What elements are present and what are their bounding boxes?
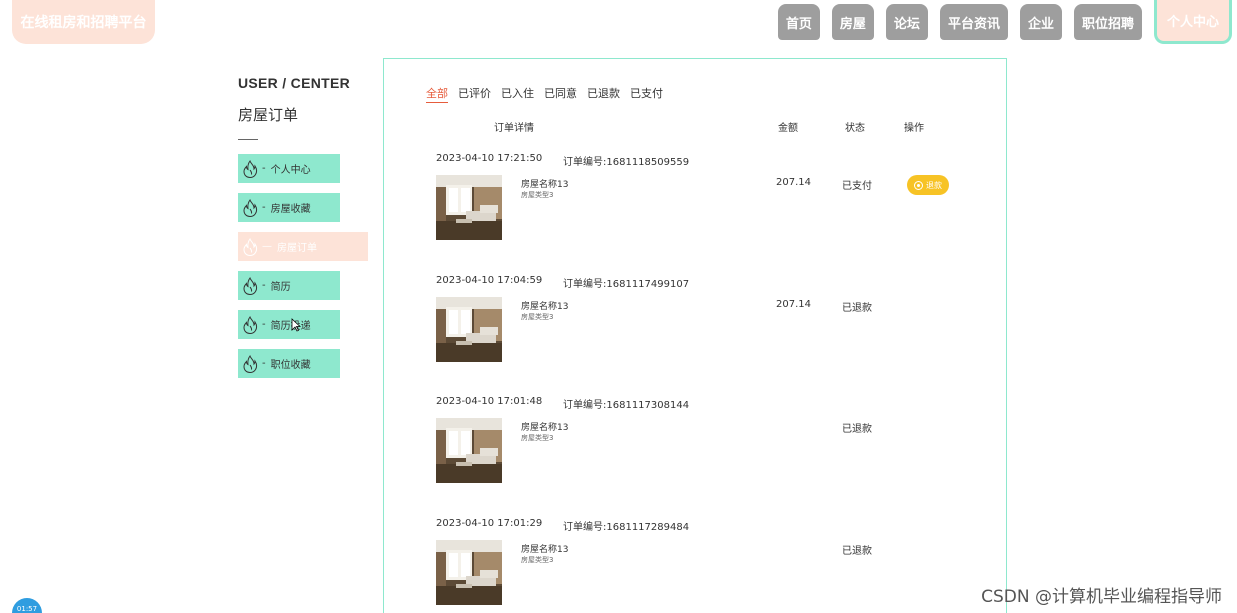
nav-news[interactable]: 平台资讯 bbox=[939, 4, 1008, 40]
sidebar-title: 房屋订单 bbox=[238, 106, 299, 124]
refund-label: 退款 bbox=[926, 180, 942, 190]
sidebar-item-label: 简历 bbox=[270, 282, 291, 293]
sidebar-item-label: 房屋订单 bbox=[277, 243, 317, 254]
sidebar-item-label: 职位收藏 bbox=[270, 360, 311, 371]
order-amount: 207.14 bbox=[776, 177, 811, 188]
flame-icon bbox=[242, 237, 258, 256]
tab-approved[interactable]: 已同意 bbox=[544, 85, 577, 103]
order-date: 2023-04-10 17:04:59 bbox=[436, 274, 543, 286]
order-row: 2023-04-10 17:01:48 订单编号:1681117308144 房屋名… bbox=[436, 396, 976, 506]
house-name[interactable]: 房屋名称13 bbox=[521, 542, 568, 555]
order-number: 订单编号:1681117499107 bbox=[563, 278, 690, 290]
tab-all[interactable]: 全部 bbox=[426, 85, 448, 103]
house-thumbnail[interactable] bbox=[436, 175, 502, 240]
house-type: 房屋类型3 bbox=[521, 312, 554, 321]
page: 在线租房和招聘平台 首页 房屋 论坛 平台资讯 企业 职位招聘 个人中心 USE… bbox=[0, 0, 1237, 613]
dash-separator: - bbox=[262, 319, 266, 330]
tab-reviewed[interactable]: 已评价 bbox=[458, 85, 491, 103]
house-thumbnail[interactable] bbox=[436, 296, 502, 362]
sidebar-item-user-center[interactable]: - 个人中心 bbox=[238, 154, 340, 183]
order-number: 订单编号:1681118509559 bbox=[563, 157, 690, 168]
sidebar-item-label: 个人中心 bbox=[270, 165, 311, 176]
sidebar-item-job-favorites[interactable]: - 职位收藏 bbox=[238, 349, 340, 378]
top-nav: 首页 房屋 论坛 平台资讯 企业 职位招聘 个人中心 bbox=[766, 0, 1232, 46]
orders-panel: 全部 已评价 已入住 已同意 已退款 已支付 订单详情 金额 状态 操作 2023-04-… bbox=[383, 58, 1007, 613]
col-detail-header: 订单详情 bbox=[494, 123, 534, 134]
nav-forum[interactable]: 论坛 bbox=[885, 4, 928, 40]
order-date: 2023-04-10 17:01:48 bbox=[436, 396, 543, 407]
order-row: 2023-04-10 17:21:50 订单编号:1681118509559 房屋名… bbox=[436, 153, 976, 263]
order-status: 已退款 bbox=[842, 302, 872, 314]
sidebar-menu: - 个人中心 - 房屋收藏 — 房屋订单 - 简历 - 简历投递 - 职位收藏 bbox=[238, 154, 368, 388]
house-type: 房屋类型3 bbox=[521, 434, 554, 442]
tab-paid[interactable]: 已支付 bbox=[630, 85, 663, 103]
house-name[interactable]: 房屋名称13 bbox=[521, 299, 568, 312]
tab-refunded[interactable]: 已退款 bbox=[587, 85, 620, 103]
house-type: 房屋类型3 bbox=[521, 555, 554, 564]
sidebar-item-house-orders[interactable]: — 房屋订单 bbox=[238, 232, 368, 261]
order-amount: 207.14 bbox=[776, 298, 811, 310]
order-number: 订单编号:1681117289484 bbox=[563, 521, 690, 533]
col-status-header: 状态 bbox=[845, 123, 865, 134]
nav-jobs[interactable]: 职位招聘 bbox=[1073, 4, 1142, 40]
tab-checked-in[interactable]: 已入住 bbox=[501, 85, 534, 103]
order-status: 已退款 bbox=[842, 545, 872, 557]
flame-icon bbox=[242, 198, 258, 217]
sidebar-item-house-favorites[interactable]: - 房屋收藏 bbox=[238, 193, 340, 222]
timer-badge: 01:57 bbox=[12, 598, 42, 613]
nav-home[interactable]: 首页 bbox=[777, 4, 820, 40]
flame-icon bbox=[242, 276, 258, 295]
order-status: 已支付 bbox=[842, 181, 872, 192]
mouse-cursor-icon bbox=[291, 318, 301, 332]
dash-separator: - bbox=[262, 358, 266, 369]
col-action-header: 操作 bbox=[904, 123, 924, 134]
order-status: 已退款 bbox=[842, 424, 872, 435]
order-date: 2023-04-10 17:21:50 bbox=[436, 153, 543, 164]
dash-separator: - bbox=[262, 202, 266, 213]
dash-separator: - bbox=[262, 280, 266, 291]
order-date: 2023-04-10 17:01:29 bbox=[436, 517, 543, 529]
dash-separator: - bbox=[262, 163, 266, 174]
col-amount-header: 金额 bbox=[778, 123, 798, 134]
order-tabs: 全部 已评价 已入住 已同意 已退款 已支付 bbox=[426, 85, 673, 103]
site-logo[interactable]: 在线租房和招聘平台 bbox=[12, 0, 155, 44]
house-name[interactable]: 房屋名称13 bbox=[521, 177, 568, 190]
refund-icon bbox=[914, 180, 923, 190]
order-row: 2023-04-10 17:01:29 订单编号:1681117289484 房屋名… bbox=[436, 518, 976, 613]
house-thumbnail[interactable] bbox=[436, 539, 502, 605]
flame-icon bbox=[242, 354, 258, 373]
flame-icon bbox=[242, 159, 258, 178]
order-row: 2023-04-10 17:04:59 订单编号:1681117499107 房屋名… bbox=[436, 275, 976, 385]
watermark: CSDN @计算机毕业编程指导师 bbox=[981, 587, 1222, 607]
house-thumbnail[interactable] bbox=[436, 418, 502, 483]
sidebar-item-resume[interactable]: - 简历 bbox=[238, 271, 340, 300]
nav-houses[interactable]: 房屋 bbox=[831, 4, 874, 40]
flame-icon bbox=[242, 315, 258, 334]
nav-user-center[interactable]: 个人中心 bbox=[1153, 0, 1232, 44]
house-type: 房屋类型3 bbox=[521, 191, 554, 199]
sidebar-divider bbox=[238, 139, 258, 140]
nav-company[interactable]: 企业 bbox=[1019, 4, 1062, 40]
order-number: 订单编号:1681117308144 bbox=[563, 400, 690, 411]
sidebar-title-en: USER / CENTER bbox=[238, 75, 351, 91]
refund-button[interactable]: 退款 bbox=[907, 175, 949, 195]
sidebar-item-resume-delivery[interactable]: - 简历投递 bbox=[238, 310, 340, 339]
sidebar-item-label: 房屋收藏 bbox=[270, 204, 311, 215]
dash-separator: — bbox=[262, 241, 272, 252]
house-name[interactable]: 房屋名称13 bbox=[521, 420, 568, 433]
